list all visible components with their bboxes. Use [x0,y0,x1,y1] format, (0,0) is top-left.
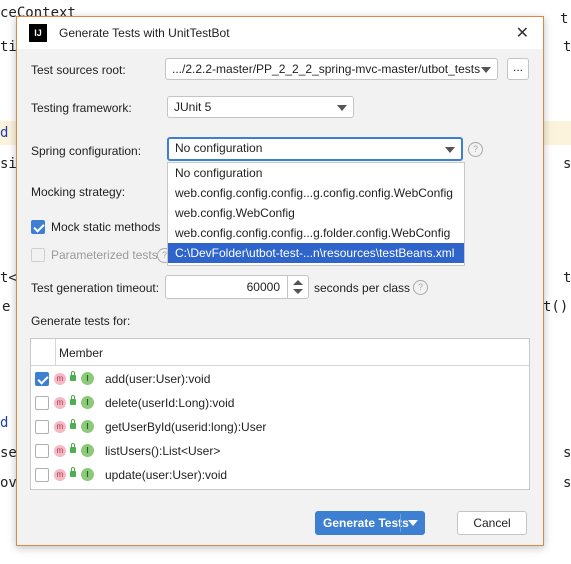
table-row[interactable]: m I getUserById(userid:long):User [31,415,529,439]
member-name: add(user:User):void [105,372,211,386]
mock-static-methods-checkbox[interactable] [31,220,45,234]
chevron-down-icon[interactable] [408,520,418,526]
timeout-value: 60000 [246,280,280,294]
member-name: update(user:User):void [105,468,228,482]
testing-framework-label: Testing framework: [31,101,132,115]
implements-icon: I [81,372,94,385]
browse-button[interactable]: ... [507,58,529,80]
dropdown-option[interactable]: web.config.config.config...g.config.conf… [168,183,464,203]
chevron-down-icon [337,105,347,111]
member-column-header[interactable]: Member [59,346,103,360]
spring-configuration-dropdown: No configuration web.config.config.confi… [167,162,465,266]
close-icon[interactable]: ✕ [516,23,529,43]
split-divider [400,514,401,532]
test-sources-root-select[interactable]: .../2.2.2-master/PP_2_2_2_spring-mvc-mas… [165,58,498,80]
line-highlight-right [543,121,571,145]
member-checkbox[interactable] [35,420,49,434]
code-fragment: se [0,445,17,461]
lock-icon [70,419,76,429]
implements-icon: I [81,444,94,457]
method-icon: m [54,445,66,457]
spinner-arrows[interactable] [287,276,308,298]
table-row[interactable]: m I delete(userId:Long):void [31,391,529,415]
arrow-up-icon[interactable] [293,280,303,285]
code-fragment: t< [0,270,17,286]
member-checkbox[interactable] [35,444,49,458]
code-fragment: d [0,415,9,431]
chevron-down-icon [445,147,455,153]
timeout-spinner[interactable]: 60000 [165,275,309,299]
method-icon: m [54,397,66,409]
code-fragment: t [563,270,571,286]
dropdown-option-selected[interactable]: C:\DevFolder\utbot-test-...n\resources\t… [168,243,464,263]
spring-configuration-value: No configuration [175,141,263,155]
code-fragment: ti [0,39,17,55]
code-fragment: t [563,39,571,55]
testing-framework-value: JUnit 5 [174,100,212,114]
generate-tests-dialog: IJ Generate Tests with UnitTestBot ✕ Tes… [16,16,544,546]
generate-tests-label: Generate Tests [323,516,409,530]
table-row[interactable]: m I update(user:User):void [31,463,529,487]
parameterized-tests-checkbox[interactable] [31,248,45,262]
mocking-strategy-label: Mocking strategy: [31,185,126,199]
method-icon: m [54,373,66,385]
lock-icon [70,371,76,381]
dialog-titlebar: IJ Generate Tests with UnitTestBot ✕ [17,17,543,49]
intellij-icon: IJ [29,24,47,42]
timeout-label: Test generation timeout: [31,281,160,295]
mock-static-methods-label: Mock static methods [51,220,161,234]
code-fragment: si [0,156,17,172]
parameterized-tests-label: Parameterized tests [51,248,158,262]
lock-icon [70,467,76,477]
dialog-title: Generate Tests with UnitTestBot [59,26,230,40]
generate-tests-for-label: Generate tests for: [31,314,131,328]
cancel-button[interactable]: Cancel [457,511,527,535]
code-fragment: ov [0,475,17,491]
header-check-column[interactable] [31,339,56,365]
code-fragment: d [0,125,9,141]
table-row[interactable]: m I listUsers():List<User> [31,439,529,463]
code-fragment: t() [543,299,569,315]
dropdown-option[interactable]: No configuration [168,163,464,183]
member-checkbox[interactable] [35,396,49,410]
code-fragment: t [560,11,569,27]
member-checkbox[interactable] [35,372,49,386]
code-fragment: s [563,445,571,461]
spring-configuration-label: Spring configuration: [31,144,142,158]
dropdown-option[interactable]: web.config.WebConfig [168,203,464,223]
spring-configuration-select[interactable]: No configuration [167,137,463,161]
implements-icon: I [81,420,94,433]
help-icon[interactable]: ? [413,280,428,295]
generate-tests-button[interactable]: Generate Tests [315,511,425,535]
code-fragment: e [2,299,11,315]
member-name: listUsers():List<User> [105,444,221,458]
member-name: getUserById(userid:long):User [105,420,267,434]
member-name: delete(userId:Long):void [105,396,235,410]
code-fragment: s [563,475,571,491]
implements-icon: I [81,468,94,481]
table-row[interactable]: m I add(user:User):void [31,367,529,391]
table-header: Member [31,339,529,366]
member-checkbox[interactable] [35,468,49,482]
chevron-down-icon [481,67,491,73]
help-icon[interactable]: ? [468,142,483,157]
method-icon: m [54,469,66,481]
implements-icon: I [81,396,94,409]
lock-icon [70,443,76,453]
method-icon: m [54,421,66,433]
test-sources-root-value: .../2.2.2-master/PP_2_2_2_spring-mvc-mas… [172,62,481,76]
lock-icon [70,395,76,405]
timeout-unit-label: seconds per class [314,281,411,295]
test-sources-root-label: Test sources root: [31,63,126,77]
testing-framework-select[interactable]: JUnit 5 [167,96,354,118]
dropdown-option[interactable]: web.config.config.config...g.folder.conf… [168,223,464,243]
arrow-down-icon[interactable] [293,289,303,294]
members-table: Member m I add(user:User):void m I delet… [30,338,530,490]
code-fragment: s [563,156,571,172]
